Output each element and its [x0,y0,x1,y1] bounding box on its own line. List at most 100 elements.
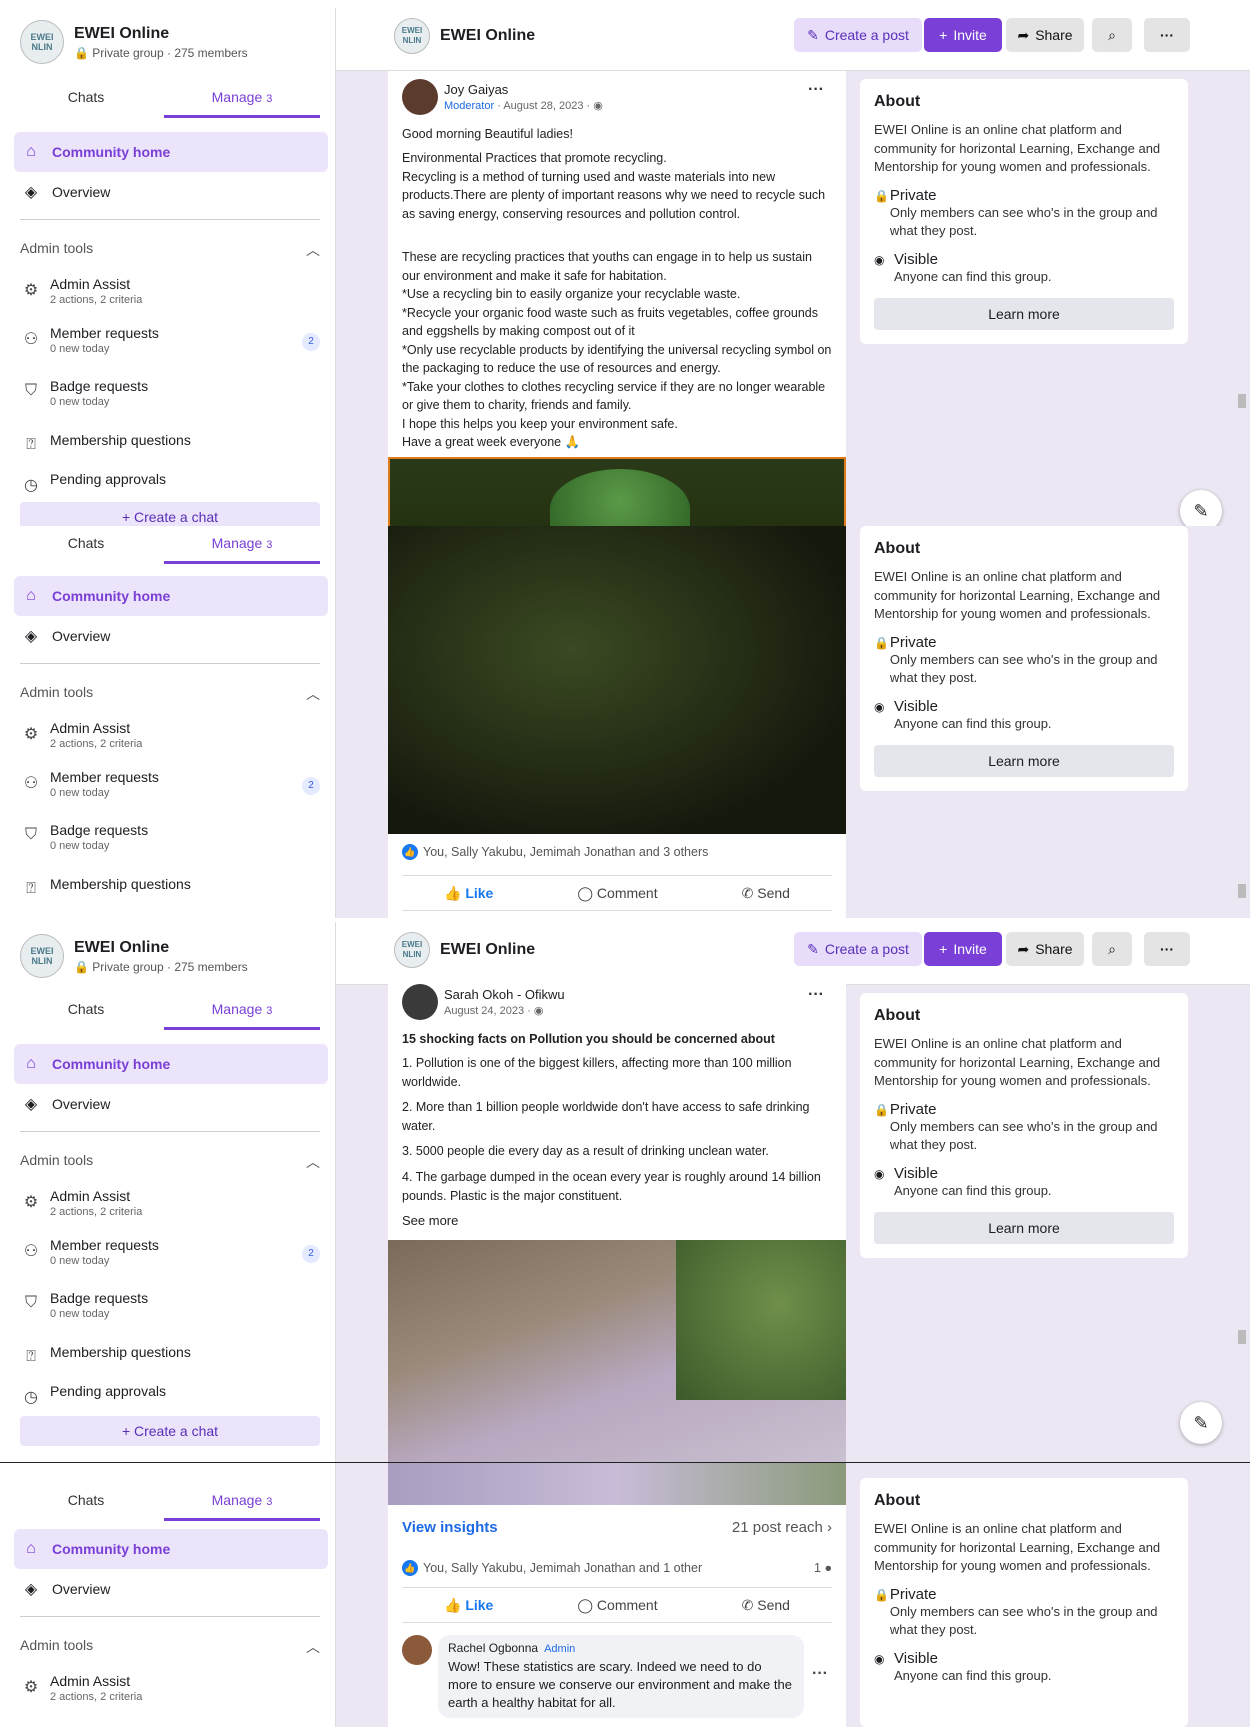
comment-button[interactable]: ◯ Comment [577,1597,657,1614]
tool-membership-questions[interactable]: ⍰ Membership questions [20,876,320,898]
more-button[interactable]: ··· [1144,932,1190,966]
about-card: About EWEI Online is an online chat plat… [860,79,1188,344]
about-title: About [874,1007,921,1024]
post-image[interactable] [388,1240,846,1462]
sidebar-tabs: Chats Manage 3 [8,1483,320,1521]
view-insights-link[interactable]: View insights [402,1519,498,1536]
post-menu-icon[interactable]: ··· [808,986,824,1004]
comment-menu-icon[interactable]: ··· [812,1665,828,1718]
scrollbar-thumb[interactable] [1238,1330,1246,1344]
tool-badge-requests[interactable]: ⛉ Badge requests 0 new today [20,822,320,852]
group-logo[interactable]: EWEI NLIN [20,934,64,978]
learn-more-button[interactable]: Learn more [874,745,1174,777]
comment-author[interactable]: Rachel Ogbonna [448,1641,538,1655]
admin-tools-header[interactable]: Admin tools ︿ [20,1637,320,1657]
post-date[interactable]: August 24, 2023 · ◉ [444,1004,565,1017]
tool-badge-requests[interactable]: ⛉ Badge requests 0 new today [20,378,320,408]
learn-more-button[interactable]: Learn more [874,1212,1174,1244]
divider [20,1131,320,1132]
group-logo-small[interactable]: EWEI NLIN [394,932,430,968]
create-post-button[interactable]: ✎ Create a post [794,18,922,52]
post-author[interactable]: Sarah Okoh - Ofikwu [444,987,565,1002]
create-chat-button[interactable]: + Create a chat [20,502,320,528]
learn-more-button[interactable]: Learn more [874,298,1174,330]
group-meta: 🔒 Private group · 275 members [74,959,248,974]
tool-admin-assist[interactable]: ⚙ Admin Assist 2 actions, 2 criteria [20,1673,320,1703]
nav-overview[interactable]: ◈ Overview [14,616,328,656]
nav-community-home[interactable]: ⌂ Community home [14,132,328,172]
invite-button[interactable]: + Invite [924,18,1002,52]
search-button[interactable]: ⌕ [1092,932,1132,966]
like-button[interactable]: 👍 Like [444,885,493,902]
create-post-button[interactable]: ✎ Create a post [794,932,922,966]
clock-icon: ◷ [24,477,38,494]
nav-overview[interactable]: ◈ Overview [14,1084,328,1124]
more-button[interactable]: ··· [1144,18,1190,52]
tab-chats[interactable]: Chats [8,526,164,564]
tool-member-requests[interactable]: ⚇ Member requests 0 new today 2 [20,325,320,355]
share-button[interactable]: ➦ Share [1006,932,1084,966]
tab-chats[interactable]: Chats [8,80,164,118]
group-title[interactable]: EWEI Online [440,941,535,959]
tool-badge-requests[interactable]: ⛉ Badge requests 0 new today [20,1290,320,1320]
post-image[interactable] [388,1463,846,1505]
tool-pending-approvals[interactable]: ◷ Pending approvals [20,471,320,495]
tool-membership-questions[interactable]: ⍰ Membership questions [20,1344,320,1366]
post-card: View insights 21 post reach › 👍 You, Sall… [388,1463,846,1727]
tool-admin-assist[interactable]: ⚙ Admin Assist 2 actions, 2 criteria [20,720,320,750]
avatar[interactable] [402,79,438,115]
invite-button[interactable]: + Invite [924,932,1002,966]
post-reach[interactable]: 21 post reach › [732,1519,832,1536]
chevron-right-icon: › [827,1519,832,1536]
nav-overview[interactable]: ◈ Overview [14,1569,328,1609]
group-logo[interactable]: EWEI NLIN [20,20,64,64]
tab-chats[interactable]: Chats [8,992,164,1030]
tool-member-requests[interactable]: ⚇ Member requests 0 new today 2 [20,769,320,799]
nav-overview[interactable]: ◈ Overview [14,172,328,212]
scrollbar-thumb[interactable] [1238,394,1246,408]
search-button[interactable]: ⌕ [1092,18,1132,52]
scrollbar-thumb[interactable] [1238,884,1246,898]
comment-button[interactable]: ◯ Comment [577,885,657,902]
nav-community-home[interactable]: ⌂ Community home [14,1044,328,1084]
post-menu-icon[interactable]: ··· [808,81,824,99]
tab-chats[interactable]: Chats [8,1483,164,1521]
reaction-summary[interactable]: 👍 You, Sally Yakubu, Jemimah Jonathan and… [402,844,832,860]
group-name[interactable]: EWEI Online [74,939,248,957]
create-chat-button[interactable]: + Create a chat [20,1416,320,1446]
avatar[interactable] [402,984,438,1020]
nav-community-home[interactable]: ⌂ Community home [14,1529,328,1569]
share-button[interactable]: ➦ Share [1006,18,1084,52]
tool-member-requests[interactable]: ⚇ Member requests 0 new today 2 [20,1237,320,1267]
admin-tools-header[interactable]: Admin tools ︿ [20,1152,320,1172]
admin-tools-header[interactable]: Admin tools ︿ [20,684,320,704]
reaction-summary[interactable]: 👍 You, Sally Yakubu, Jemimah Jonathan and… [402,1560,832,1576]
post-fact: 3. 5000 people die every day as a result… [402,1144,769,1158]
admin-tools-header[interactable]: Admin tools ︿ [20,240,320,260]
compose-icon[interactable]: ✎ [1180,490,1222,528]
tool-membership-questions[interactable]: ⍰ Membership questions [20,432,320,454]
see-more-link[interactable]: See more [402,1212,832,1231]
send-button[interactable]: ✆ Send [742,885,790,902]
group-logo-small[interactable]: EWEI NLIN [394,18,430,54]
tab-manage[interactable]: Manage 3 [164,1483,320,1521]
post-date[interactable]: · August 28, 2023 · ◉ [497,100,603,112]
tool-admin-assist[interactable]: ⚙ Admin Assist 2 actions, 2 criteria [20,1188,320,1218]
tab-manage[interactable]: Manage 3 [164,992,320,1030]
tab-manage[interactable]: Manage 3 [164,80,320,118]
like-button[interactable]: 👍 Like [444,1597,493,1614]
comment-count[interactable]: 1 ● [814,1561,832,1575]
post-image[interactable] [388,457,846,528]
post-card: Sarah Okoh - Ofikwu August 24, 2023 · ◉ … [388,978,846,1462]
avatar[interactable] [402,1635,432,1665]
tab-manage[interactable]: Manage 3 [164,526,320,564]
tool-pending-approvals[interactable]: ◷ Pending approvals [20,1383,320,1407]
compose-icon[interactable]: ✎ [1180,1402,1222,1444]
send-button[interactable]: ✆ Send [742,1597,790,1614]
post-author[interactable]: Joy Gaiyas [444,82,603,97]
group-title[interactable]: EWEI Online [440,27,535,45]
group-name[interactable]: EWEI Online [74,25,248,43]
nav-community-home[interactable]: ⌂ Community home [14,576,328,616]
post-image[interactable] [388,526,846,834]
tool-admin-assist[interactable]: ⚙ Admin Assist 2 actions, 2 criteria [20,276,320,306]
